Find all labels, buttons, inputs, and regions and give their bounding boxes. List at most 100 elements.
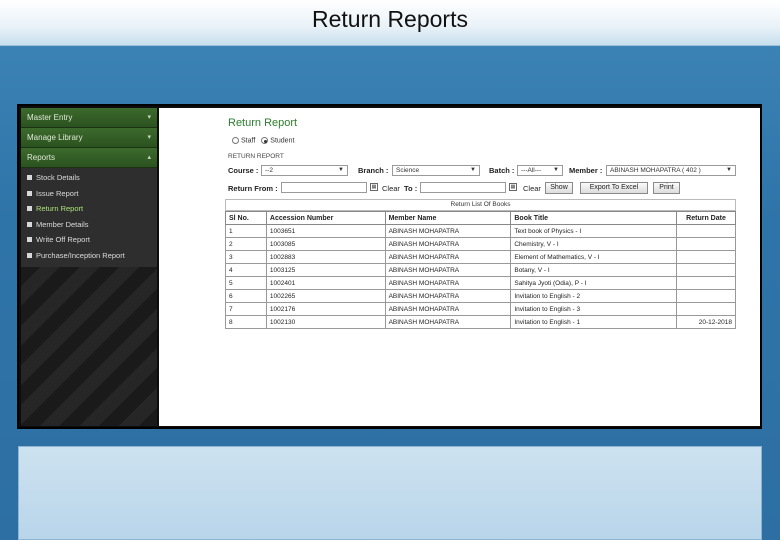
- table-row: 2 1003085 ABINASH MOHAPATRA Chemistry, V - …: [225, 237, 736, 251]
- sidebar-item-issue-report[interactable]: Issue Report: [21, 186, 157, 202]
- course-select[interactable]: --2 ▼: [261, 165, 348, 176]
- table-cell: ABINASH MOHAPATRA: [384, 263, 512, 277]
- table-cell: [676, 289, 736, 303]
- bullet-icon: [27, 252, 32, 258]
- dropdown-arrow-icon: ▼: [726, 167, 732, 173]
- table-row: 8 1002130 ABINASH MOHAPATRA Invitation to E…: [225, 315, 736, 329]
- table-cell: ABINASH MOHAPATRA: [384, 250, 512, 264]
- table-cell: [676, 302, 736, 316]
- to-label: To :: [404, 184, 418, 193]
- sidebar-item-reports[interactable]: Reports ▴: [21, 148, 157, 168]
- sidebar-item-write-off-report[interactable]: Write Off Report: [21, 232, 157, 248]
- sidebar-item-label: Issue Report: [36, 188, 79, 198]
- table-cell: [676, 237, 736, 251]
- table-row: 4 1003125 ABINASH MOHAPATRA Botany, V - I: [225, 263, 736, 277]
- sidebar-item-purchase-report[interactable]: Purchase/Inception Report: [21, 248, 157, 264]
- bottom-panel: [18, 446, 762, 540]
- table-cell: 6: [225, 289, 267, 303]
- table-cell: 1003085: [265, 237, 386, 251]
- branch-select[interactable]: Science ▼: [392, 165, 480, 176]
- table-row: 5 1002401 ABINASH MOHAPATRA Sahitya Jyoti (…: [225, 276, 736, 290]
- calendar-icon[interactable]: ▦: [509, 183, 517, 191]
- table-cell: 1: [225, 224, 267, 238]
- table-cell: [676, 224, 736, 238]
- return-to-input[interactable]: [420, 182, 506, 193]
- radio-icon: [232, 137, 239, 144]
- table-cell: ABINASH MOHAPATRA: [384, 276, 512, 290]
- table-cell: 1002883: [265, 250, 386, 264]
- table-cell: Invitation to English - 3: [510, 302, 678, 316]
- sidebar-item-label: Write Off Report: [36, 235, 90, 245]
- table-cell: ABINASH MOHAPATRA: [384, 289, 512, 303]
- table-cell: Invitation to English - 2: [510, 289, 678, 303]
- table-cell: 4: [225, 263, 267, 277]
- student-radio[interactable]: Student: [261, 137, 294, 144]
- table-cell: Element of Mathematics, V - I: [510, 250, 678, 264]
- table-cell: 1003651: [265, 224, 386, 238]
- slide-title: Return Reports: [312, 6, 468, 32]
- table-cell: Text book of Physics - I: [510, 224, 678, 238]
- return-list-table: Sl No. Accession Number Member Name Book…: [225, 211, 736, 329]
- table-cell: 7: [225, 302, 267, 316]
- sidebar-item-label: Purchase/Inception Report: [36, 250, 125, 260]
- table-cell: 1002265: [265, 289, 386, 303]
- chevron-up-icon: ▴: [147, 154, 151, 161]
- batch-label: Batch :: [489, 166, 515, 175]
- batch-select[interactable]: ---All--- ▼: [517, 165, 563, 176]
- bullet-icon: [27, 221, 32, 227]
- sidebar-item-label: Master Entry: [27, 113, 73, 122]
- sidebar-item-manage-library[interactable]: Manage Library ▾: [21, 128, 157, 148]
- sidebar-item-label: Stock Details: [36, 173, 80, 183]
- app-screenshot: Master Entry ▾ Manage Library ▾ Reports …: [17, 104, 762, 429]
- column-header: Book Title: [510, 211, 678, 225]
- table-cell: 1002130: [265, 315, 386, 329]
- return-from-input[interactable]: [281, 182, 367, 193]
- return-from-label: Return From :: [228, 184, 278, 193]
- table-caption: Return List Of Books: [225, 199, 736, 211]
- table-row: 7 1002176 ABINASH MOHAPATRA Invitation to E…: [225, 302, 736, 316]
- table-cell: ABINASH MOHAPATRA: [384, 237, 512, 251]
- sidebar-item-return-report[interactable]: Return Report: [21, 201, 157, 217]
- table-cell: Invitation to English - 1: [510, 315, 678, 329]
- clear-from-link[interactable]: Clear: [382, 184, 400, 193]
- main-content: Return Report Staff Student RETURN REPOR…: [159, 108, 760, 426]
- table-row: 6 1002265 ABINASH MOHAPATRA Invitation to E…: [225, 289, 736, 303]
- column-header: Sl No.: [225, 211, 267, 225]
- export-excel-button[interactable]: Export To Excel: [580, 182, 648, 194]
- section-label: RETURN REPORT: [228, 153, 284, 160]
- table-cell: 2: [225, 237, 267, 251]
- table-row: 1 1003651 ABINASH MOHAPATRA Text book of Ph…: [225, 224, 736, 238]
- column-header: Member Name: [384, 211, 512, 225]
- table-header-row: Sl No. Accession Number Member Name Book…: [225, 211, 736, 225]
- sidebar-item-stock-details[interactable]: Stock Details: [21, 170, 157, 186]
- dropdown-arrow-icon: ▼: [553, 167, 559, 173]
- chevron-down-icon: ▾: [147, 114, 151, 121]
- dropdown-arrow-icon: ▼: [470, 167, 476, 173]
- column-header: Accession Number: [265, 211, 386, 225]
- sidebar-item-label: Return Report: [36, 204, 84, 214]
- bullet-icon: [27, 237, 32, 243]
- chevron-down-icon: ▾: [147, 134, 151, 141]
- table-row: 3 1002883 ABINASH MOHAPATRA Element of Math…: [225, 250, 736, 264]
- sidebar-item-label: Member Details: [36, 219, 89, 229]
- staff-radio[interactable]: Staff: [232, 137, 255, 144]
- dropdown-arrow-icon: ▼: [338, 167, 344, 173]
- sidebar-item-member-details[interactable]: Member Details: [21, 217, 157, 233]
- table-cell: [676, 276, 736, 290]
- column-header: Return Date: [676, 211, 736, 225]
- table-cell: ABINASH MOHAPATRA: [384, 224, 512, 238]
- branch-label: Branch :: [358, 166, 389, 175]
- member-label: Member :: [569, 166, 603, 175]
- reports-submenu: Stock Details Issue Report Return Report…: [21, 168, 157, 267]
- table-cell: ABINASH MOHAPATRA: [384, 302, 512, 316]
- clear-to-link[interactable]: Clear: [523, 184, 541, 193]
- table-cell: 20-12-2018: [676, 315, 736, 329]
- calendar-icon[interactable]: ▦: [370, 183, 378, 191]
- radio-selected-icon: [261, 137, 269, 144]
- show-button[interactable]: Show: [545, 182, 573, 194]
- bullet-icon: [27, 175, 32, 181]
- table-cell: 1003125: [265, 263, 386, 277]
- sidebar-item-master-entry[interactable]: Master Entry ▾: [21, 108, 157, 128]
- print-button[interactable]: Print: [653, 182, 680, 194]
- member-select[interactable]: ABINASH MOHAPATRA ( 402 ) ▼: [606, 165, 736, 176]
